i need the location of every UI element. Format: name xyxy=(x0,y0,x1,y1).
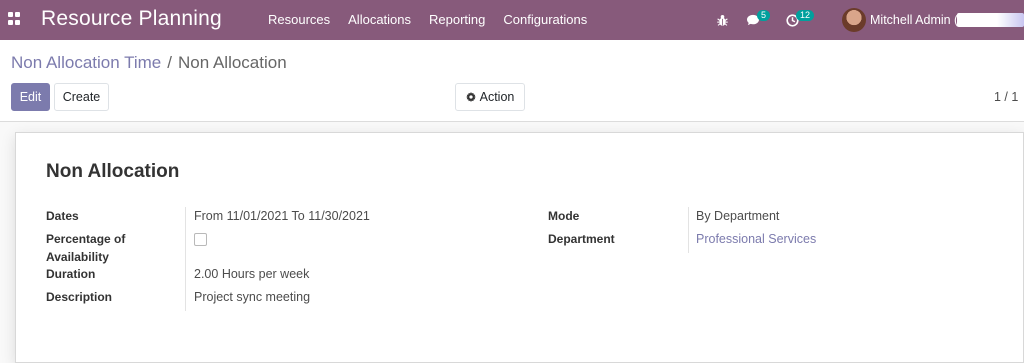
action-button-label: Action xyxy=(479,90,515,104)
menu-item-allocations[interactable]: Allocations xyxy=(339,0,420,40)
duration-value: 2.00 Hours per week xyxy=(194,265,309,283)
debug-bug-icon[interactable] xyxy=(716,0,729,40)
department-link[interactable]: Professional Services xyxy=(696,230,816,248)
main-menu: Resources Allocations Reporting Configur… xyxy=(259,0,596,40)
menu-item-configurations[interactable]: Configurations xyxy=(494,0,596,40)
percentage-availability-checkbox[interactable] xyxy=(194,233,207,246)
user-company-redacted xyxy=(957,13,1024,27)
dates-from-prefix: From xyxy=(194,209,224,223)
messaging-count-badge: 5 xyxy=(757,9,771,21)
dates-to-value: 11/30/2021 xyxy=(308,209,370,223)
mode-label: Mode xyxy=(548,209,580,223)
dates-label: Dates xyxy=(46,209,79,223)
description-value: Project sync meeting xyxy=(194,290,311,304)
user-name: Mitchell Admin ( xyxy=(870,13,959,27)
dates-value: From 11/01/2021 To 11/30/2021 xyxy=(194,207,370,225)
dates-from-value: 11/01/2021 xyxy=(226,209,289,223)
duration-number: 2.00 xyxy=(194,267,219,281)
left-group-divider xyxy=(185,207,186,311)
activity-count-badge: 12 xyxy=(796,9,815,21)
duration-unit: Hours per week xyxy=(221,267,310,281)
department-label: Department xyxy=(548,232,615,246)
menu-item-resources[interactable]: Resources xyxy=(259,0,339,40)
gear-icon xyxy=(465,92,476,102)
mode-value: By Department xyxy=(696,209,780,223)
breadcrumb-separator: / xyxy=(167,53,172,72)
breadcrumb-current: Non Allocation xyxy=(177,53,287,72)
dates-to-prefix: To xyxy=(291,209,305,223)
action-button[interactable]: Action xyxy=(455,83,525,111)
activity-clock-icon[interactable]: 12 xyxy=(786,0,815,40)
menu-item-reporting[interactable]: Reporting xyxy=(420,0,494,40)
app-title[interactable]: Resource Planning xyxy=(41,7,222,31)
description-label: Description xyxy=(46,290,113,304)
top-navbar: Resource Planning Resources Allocations … xyxy=(0,0,1024,40)
create-button[interactable]: Create xyxy=(54,83,109,111)
record-title: Non Allocation xyxy=(46,161,180,182)
apps-menu-icon[interactable] xyxy=(8,12,22,26)
pager-value[interactable]: 1 / 1 xyxy=(994,90,1018,104)
breadcrumb: Non Allocation Time / Non Allocation xyxy=(11,53,287,73)
breadcrumb-parent[interactable]: Non Allocation Time xyxy=(11,53,161,73)
edit-button[interactable]: Edit xyxy=(11,83,50,111)
user-avatar xyxy=(842,8,866,32)
messaging-icon[interactable]: 5 xyxy=(746,0,771,40)
duration-label: Duration xyxy=(46,267,96,281)
user-menu[interactable]: Mitchell Admin ( xyxy=(842,7,958,33)
right-group-divider xyxy=(688,207,689,253)
percentage-label-line1: Percentage of xyxy=(46,232,126,246)
percentage-label-line2: Availability xyxy=(46,250,109,264)
